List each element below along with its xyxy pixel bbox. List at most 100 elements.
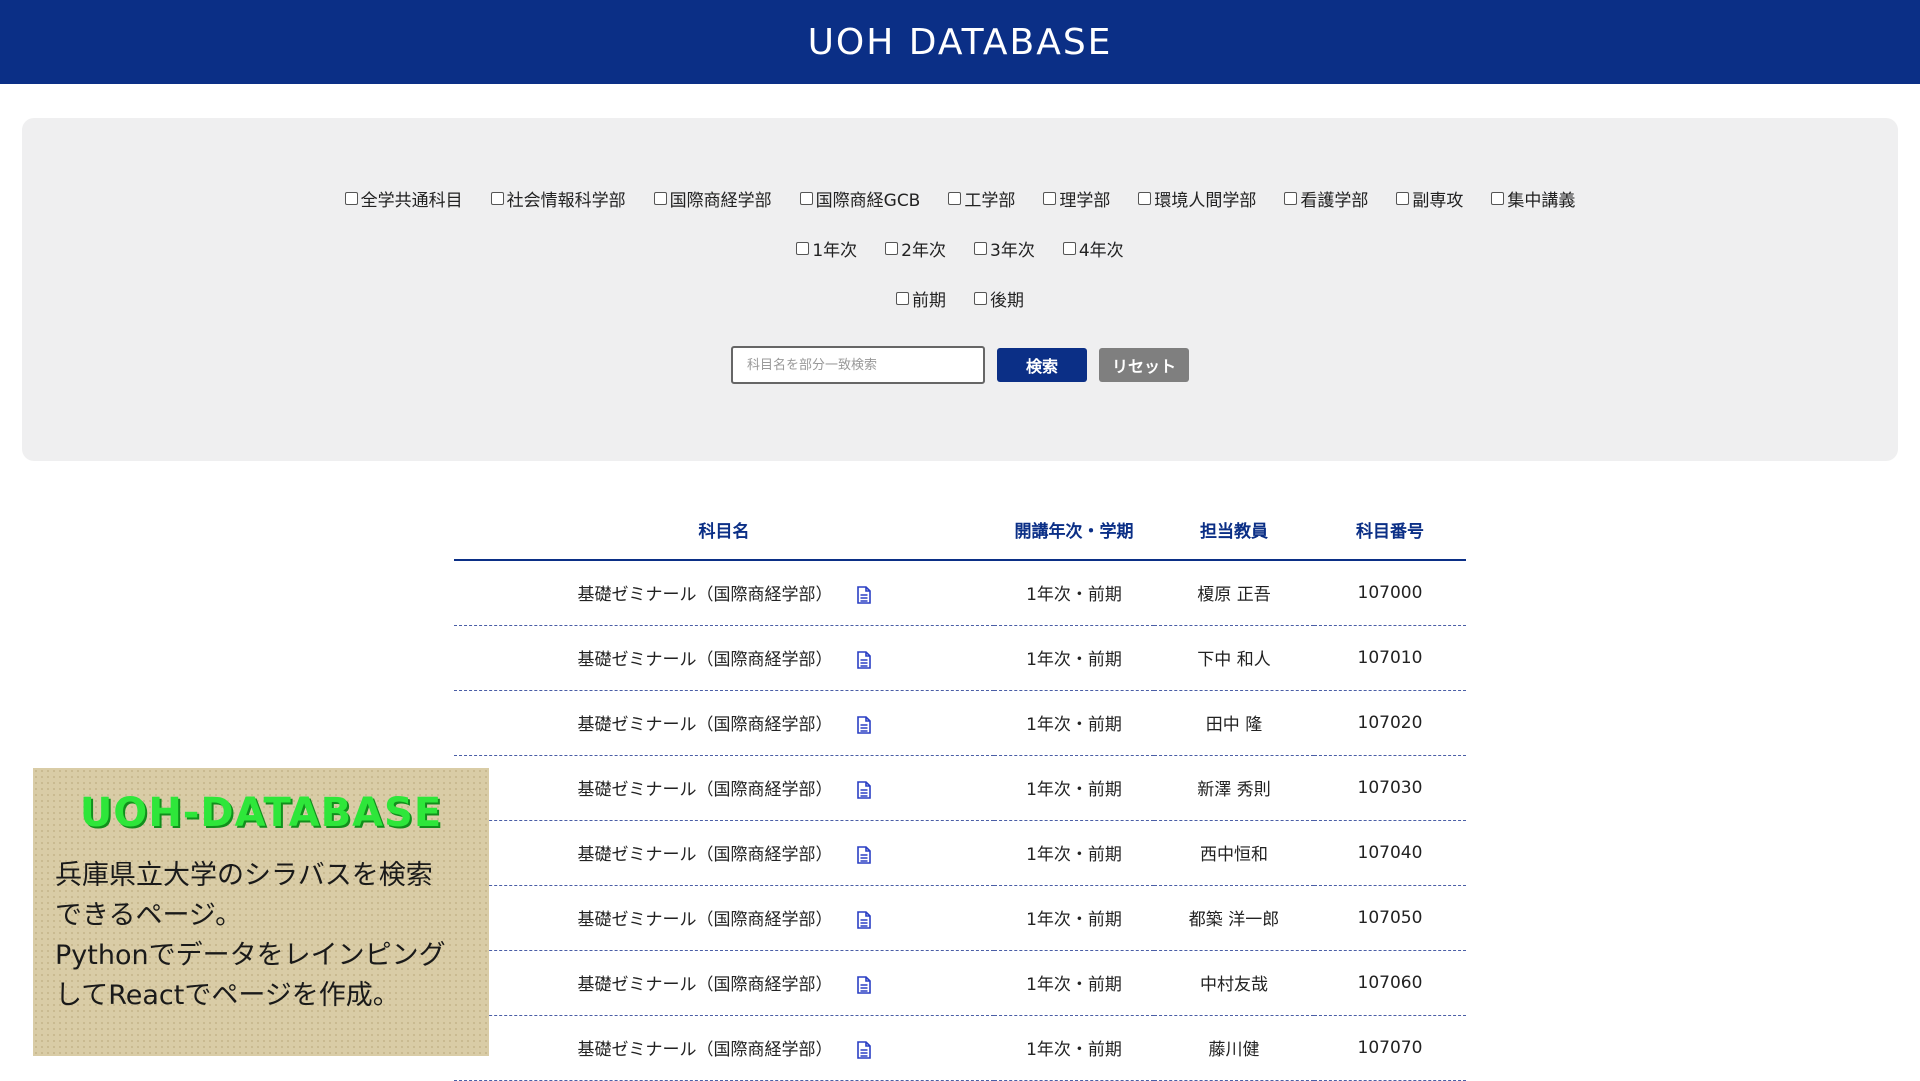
teacher-cell: 都築 洋一郎 xyxy=(1154,885,1314,951)
header-term[interactable]: 開講年次・学期 xyxy=(994,500,1154,561)
document-icon[interactable] xyxy=(856,651,871,669)
checkbox-label: 後期 xyxy=(990,291,1024,311)
course-number-cell: 107010 xyxy=(1314,625,1466,691)
year-checkbox-3[interactable]: 4年次 xyxy=(1062,236,1124,261)
checkbox-box[interactable] xyxy=(1138,192,1152,205)
filter-panel: 全学共通科目 社会情報科学部 国際商経学部 国際商経GCB 工学部 理学部 環境… xyxy=(22,118,1898,461)
promo-line: Pythonでデータをレインピング xyxy=(55,940,446,971)
checkbox-label: 2年次 xyxy=(901,241,946,261)
document-icon[interactable] xyxy=(856,846,871,864)
faculty-checkbox-1[interactable]: 社会情報科学部 xyxy=(490,186,626,211)
document-icon[interactable] xyxy=(856,586,871,605)
year-checkbox-0[interactable]: 1年次 xyxy=(796,236,857,261)
header-course-number[interactable]: 科目番号 xyxy=(1314,500,1466,561)
table-row[interactable]: 基礎ゼミナール（国際商経学部） 1年次・前期 新澤 秀則 107030 xyxy=(454,755,1466,821)
table-body: 基礎ゼミナール（国際商経学部） 1年次・前期 榎原 正吾 107000 基礎ゼミナール（… xyxy=(454,560,1466,1081)
checkbox-label: 3年次 xyxy=(990,241,1035,261)
course-number-cell: 107000 xyxy=(1314,560,1466,626)
checkbox-label: 理学部 xyxy=(1059,191,1111,211)
document-icon[interactable] xyxy=(856,911,871,929)
term-checkbox-1[interactable]: 後期 xyxy=(974,286,1024,311)
checkbox-box[interactable] xyxy=(344,192,358,205)
table-row[interactable]: 基礎ゼミナール（国際商経学部） 1年次・前期 田中 隆 107020 xyxy=(454,690,1466,756)
app-title: UOH DATABASE xyxy=(807,21,1113,63)
header-teacher[interactable]: 担当教員 xyxy=(1154,500,1314,561)
checkbox-label: 社会情報科学部 xyxy=(506,191,626,211)
checkbox-box[interactable] xyxy=(948,192,962,205)
checkbox-box[interactable] xyxy=(796,242,810,255)
faculty-checkbox-6[interactable]: 環境人間学部 xyxy=(1138,186,1256,211)
term-filter-row: 前期 後期 xyxy=(22,286,1898,311)
table-row[interactable]: 基礎ゼミナール（国際商経学部） 1年次・前期 藤川健 107070 xyxy=(454,1015,1466,1081)
course-name: 基礎ゼミナール（国際商経学部） xyxy=(577,650,833,670)
course-name: 基礎ゼミナール（国際商経学部） xyxy=(577,845,833,865)
faculty-checkbox-8[interactable]: 副専攻 xyxy=(1396,186,1463,211)
header-course-name[interactable]: 科目名 xyxy=(454,500,994,561)
results-table-wrap: 科目名 開講年次・学期 担当教員 科目番号 基礎ゼミナール（国際商経学部） 1年次… xyxy=(454,500,1466,1081)
teacher-cell: 新澤 秀則 xyxy=(1154,755,1314,821)
teacher-cell: 藤川健 xyxy=(1154,1015,1314,1081)
checkbox-box[interactable] xyxy=(974,292,987,305)
course-number-cell: 107030 xyxy=(1314,755,1466,821)
checkbox-box[interactable] xyxy=(1284,192,1298,205)
course-name-cell: 基礎ゼミナール（国際商経学部） xyxy=(454,1015,994,1081)
promo-title: UOH-DATABASE xyxy=(79,790,443,836)
document-icon[interactable] xyxy=(856,781,871,799)
course-name-cell: 基礎ゼミナール（国際商経学部） xyxy=(454,755,994,821)
faculty-checkbox-9[interactable]: 集中講義 xyxy=(1491,186,1575,211)
course-name: 基礎ゼミナール（国際商経学部） xyxy=(577,585,833,606)
term-cell: 1年次・前期 xyxy=(994,820,1154,886)
promo-line: できるページ。 xyxy=(55,900,243,931)
checkbox-label: 前期 xyxy=(912,291,946,311)
checkbox-box[interactable] xyxy=(1396,192,1410,205)
checkbox-box[interactable] xyxy=(799,192,813,205)
course-name-cell: 基礎ゼミナール（国際商経学部） xyxy=(454,950,994,1016)
course-number-cell: 107050 xyxy=(1314,885,1466,951)
table-row[interactable]: 基礎ゼミナール（国際商経学部） 1年次・前期 榎原 正吾 107000 xyxy=(454,560,1466,626)
table-row[interactable]: 基礎ゼミナール（国際商経学部） 1年次・前期 中村友哉 107060 xyxy=(454,950,1466,1016)
course-number-cell: 107040 xyxy=(1314,820,1466,886)
checkbox-label: 工学部 xyxy=(964,191,1016,211)
teacher-cell: 榎原 正吾 xyxy=(1154,560,1314,626)
term-checkbox-0[interactable]: 前期 xyxy=(896,286,946,311)
course-name: 基礎ゼミナール（国際商経学部） xyxy=(577,780,833,800)
teacher-cell: 下中 和人 xyxy=(1154,625,1314,691)
checkbox-label: 1年次 xyxy=(812,241,858,261)
teacher-cell: 田中 隆 xyxy=(1154,690,1314,756)
search-input[interactable] xyxy=(731,346,985,384)
faculty-checkbox-0[interactable]: 全学共通科目 xyxy=(344,186,463,211)
faculty-filter-row: 全学共通科目 社会情報科学部 国際商経学部 国際商経GCB 工学部 理学部 環境… xyxy=(22,186,1898,211)
checkbox-box[interactable] xyxy=(885,242,899,255)
faculty-checkbox-4[interactable]: 工学部 xyxy=(948,186,1015,211)
faculty-checkbox-5[interactable]: 理学部 xyxy=(1043,186,1110,211)
checkbox-label: 副専攻 xyxy=(1412,191,1464,211)
term-cell: 1年次・前期 xyxy=(994,950,1154,1016)
term-cell: 1年次・前期 xyxy=(994,755,1154,821)
faculty-checkbox-7[interactable]: 看護学部 xyxy=(1284,186,1368,211)
document-icon[interactable] xyxy=(856,716,871,734)
checkbox-box[interactable] xyxy=(896,292,909,305)
document-icon[interactable] xyxy=(856,976,871,994)
faculty-checkbox-3[interactable]: 国際商経GCB xyxy=(799,186,920,211)
checkbox-box[interactable] xyxy=(974,242,987,255)
year-filter-row: 1年次 2年次 3年次 4年次 xyxy=(22,236,1898,261)
table-row[interactable]: 基礎ゼミナール（国際商経学部） 1年次・前期 下中 和人 107010 xyxy=(454,625,1466,691)
table-row[interactable]: 基礎ゼミナール（国際商経学部） 1年次・前期 都築 洋一郎 107050 xyxy=(454,885,1466,951)
table-row[interactable]: 基礎ゼミナール（国際商経学部） 1年次・前期 西中恒和 107040 xyxy=(454,820,1466,886)
year-checkbox-2[interactable]: 3年次 xyxy=(974,236,1035,261)
reset-button[interactable]: リセット xyxy=(1099,348,1189,382)
year-checkbox-1[interactable]: 2年次 xyxy=(885,236,946,261)
checkbox-box[interactable] xyxy=(1062,242,1076,255)
teacher-cell: 西中恒和 xyxy=(1154,820,1314,886)
checkbox-box[interactable] xyxy=(1491,192,1505,205)
checkbox-label: 看護学部 xyxy=(1300,191,1369,211)
document-icon[interactable] xyxy=(856,1041,871,1059)
checkbox-label: 全学共通科目 xyxy=(360,191,463,211)
checkbox-label: 4年次 xyxy=(1078,241,1124,261)
checkbox-box[interactable] xyxy=(1043,192,1057,205)
checkbox-box[interactable] xyxy=(490,192,504,205)
checkbox-box[interactable] xyxy=(653,192,667,205)
search-button[interactable]: 検索 xyxy=(997,348,1087,382)
course-name: 基礎ゼミナール（国際商経学部） xyxy=(577,715,833,735)
faculty-checkbox-2[interactable]: 国際商経学部 xyxy=(653,186,772,211)
